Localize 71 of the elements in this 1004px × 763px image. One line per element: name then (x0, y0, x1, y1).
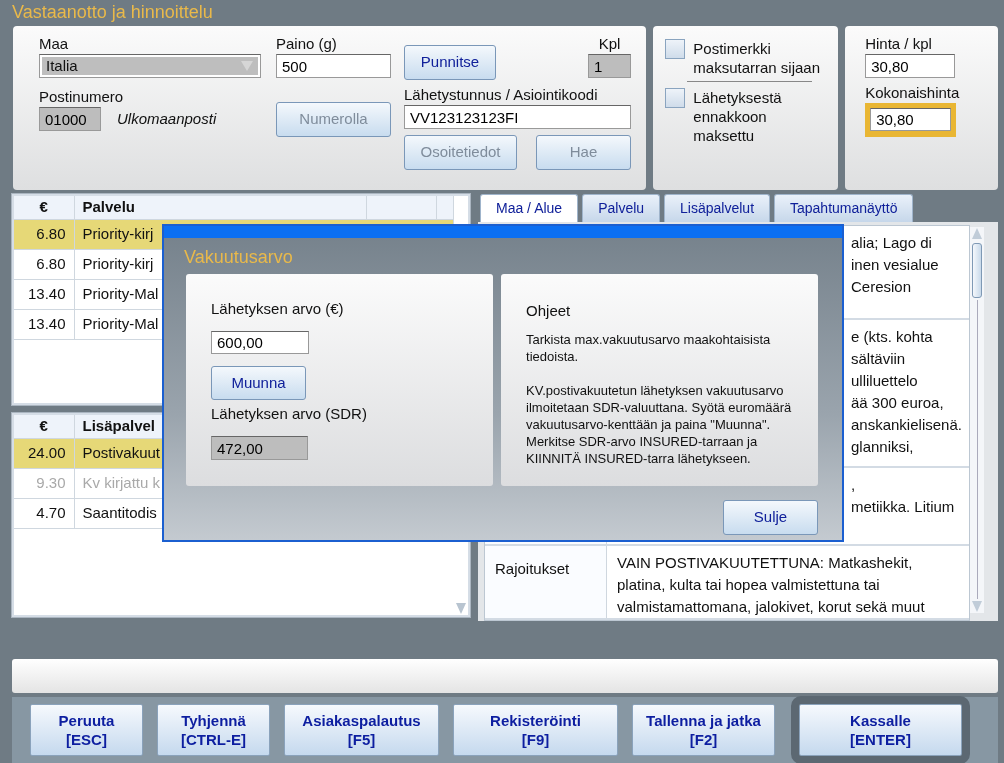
help-text: Merkitse SDR-arvo INSURED-tarraan ja KIINNITÄ INSURED-tarra lähetykseen. (526, 432, 759, 467)
scrollbar[interactable] (970, 227, 984, 613)
info-text: anskankielisenä. (851, 415, 962, 435)
price-cell[interactable]: 13.40 (14, 309, 74, 339)
scroll-thumb[interactable] (972, 243, 982, 298)
help-text: Tarkista max.vakuutusarvo maakohtaisista tiedoista. (526, 330, 772, 365)
field-label: Paino (g) (276, 35, 338, 53)
postcode-area-text: Ulkomaanposti (117, 108, 217, 129)
weight-field[interactable]: 500 (276, 54, 391, 78)
window-title: Vastaanotto ja hinnoittelu (11, 1, 214, 24)
column-header: € (14, 415, 74, 438)
price-cell[interactable]: 4.70 (14, 498, 74, 528)
info-text: sältäviin (851, 349, 907, 369)
total-price-field: 30,80 (865, 103, 957, 137)
action-button[interactable]: Tallenna ja jatka [F2] (632, 704, 775, 756)
info-text: ulliluettelo (851, 371, 919, 391)
price-cell[interactable]: 6.80 (14, 249, 74, 279)
help-title: Ohjeet (526, 301, 572, 321)
dropdown-value: Italia (42, 57, 236, 75)
checkbox-label: Postimerkki maksutarran sijaan (693, 39, 822, 77)
price-cell[interactable]: 13.40 (14, 279, 74, 309)
info-text: ää 300 euroa, (851, 393, 945, 413)
row-label: Rajoitukset (485, 546, 607, 618)
column-header: € (14, 196, 74, 219)
info-text: inen vesialue (851, 255, 939, 275)
price-cell[interactable]: 24.00 (14, 438, 74, 468)
info-text: VAIN POSTIVAKUUTETTUNA: Matkashekit, (617, 553, 914, 573)
help-text: KV.postivakuutetun lähetyksen vakuutusarvo ilmoitetaan SDR-valuuttana. Syötä euromäärä vakuutusarvo-kenttään ja paina "Muunna". (526, 381, 793, 433)
checkbox-label: Lähetyksestä ennakkoon maksettu (693, 88, 783, 145)
quantity-field[interactable]: 1 (588, 54, 631, 78)
field-label: Maa (39, 35, 70, 53)
info-text: platina, kulta tai hopea valmistettuna tai (617, 575, 881, 595)
tab[interactable]: Tapahtumanäyttö (774, 194, 914, 222)
scroll-up-arrow-icon[interactable] (971, 227, 983, 241)
info-text: , (851, 475, 857, 495)
field-label: Postinumero (39, 88, 125, 106)
insured-value-field[interactable]: 600,00 (211, 331, 309, 354)
checkbox[interactable] (665, 88, 686, 108)
info-text: valmistamattomana, jalokivet, korut sekä muut (617, 597, 925, 617)
weigh-button[interactable]: Punnitse (404, 45, 496, 80)
column-header: Palvelu (74, 196, 167, 219)
scroll-down-arrow-icon[interactable] (455, 601, 467, 615)
unit-price-field[interactable]: 30,80 (865, 54, 956, 78)
sdr-value-field[interactable]: 472,00 (211, 436, 308, 460)
info-text: Ceresion (851, 277, 913, 297)
price-cell[interactable]: 6.80 (14, 219, 74, 249)
field-label: Kpl (597, 35, 622, 53)
action-button[interactable]: Rekisteröinti [F9] (453, 704, 618, 756)
close-button[interactable]: Sulje (723, 500, 818, 535)
field-label: Lähetyksen arvo (SDR) (211, 405, 368, 424)
field-label: Lähetystunnus / Asiointikoodi (404, 86, 599, 104)
info-text: alia; Lago di (851, 233, 933, 253)
field-label: Kokonaishinta (865, 84, 961, 102)
convert-button[interactable]: Muunna (211, 365, 306, 401)
field-label: Lähetyksen arvo (€) (211, 300, 345, 318)
info-text: metiikka. Litium (851, 497, 955, 517)
tab[interactable]: Lisäpalvelut (664, 194, 770, 222)
postcode-field[interactable]: 01000 (39, 107, 101, 131)
action-button[interactable]: Asiakaspalautus [F5] (284, 704, 439, 756)
scroll-down-arrow-icon[interactable] (971, 599, 983, 613)
dialog-title: Vakuutusarvo (183, 246, 294, 268)
info-text: e (kts. kohta (851, 327, 934, 347)
info-text: glanniksi, (851, 437, 915, 457)
checkbox[interactable] (665, 39, 686, 59)
tab[interactable]: Palvelu (582, 194, 661, 222)
field-label: Hinta / kpl (865, 35, 933, 53)
tracking-code-field[interactable]: VV123123123FI (404, 105, 631, 129)
tab[interactable]: Maa / Alue (480, 194, 579, 222)
country-dropdown[interactable]: Italia (39, 54, 261, 78)
action-button[interactable]: Tyhjennä [CTRL-E] (157, 704, 270, 756)
action-button[interactable]: Peruuta [ESC] (30, 704, 143, 756)
